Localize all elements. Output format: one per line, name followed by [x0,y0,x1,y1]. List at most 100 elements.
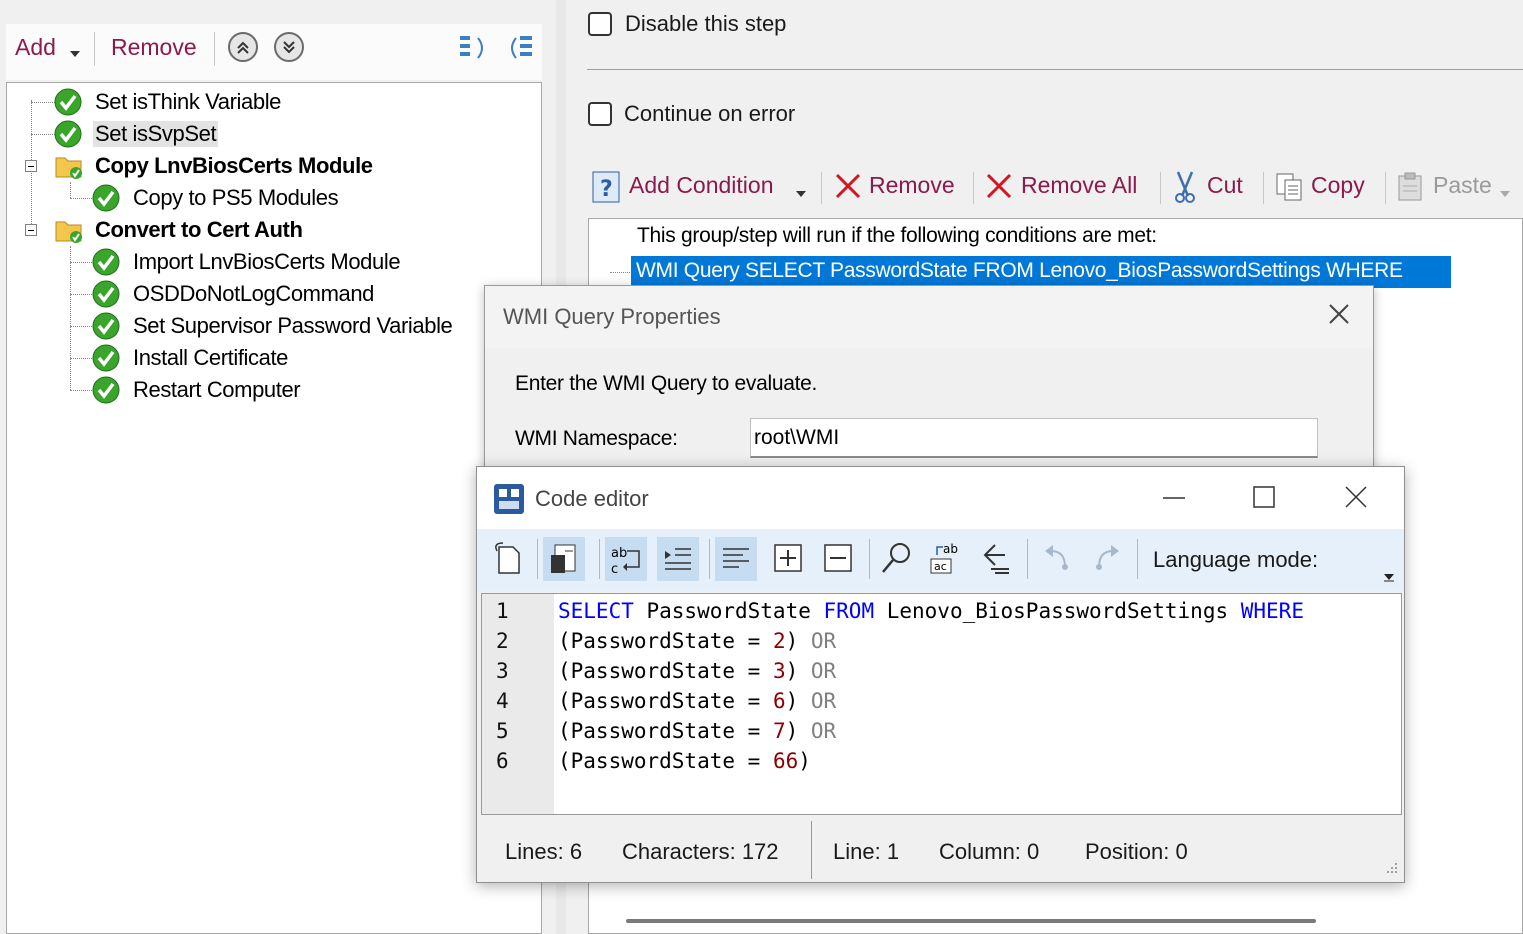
code-line-5: (PasswordState = 7) OR [558,719,836,743]
tree-guide [70,326,92,327]
remove-all-button[interactable]: Remove All [1021,172,1137,199]
new-document-button[interactable] [487,537,529,581]
toolbar-separator [599,539,600,579]
sql-expression: (PasswordState = [558,659,773,683]
left-pane: Add Remove Set isThink Variable Set isSv… [0,0,556,934]
find-button[interactable] [875,537,917,581]
minimize-icon[interactable] [1161,485,1187,516]
resize-grip-icon[interactable] [1383,861,1399,882]
paste-dropdown-icon[interactable] [1500,184,1510,202]
add-condition-button[interactable]: Add Condition [629,172,774,199]
success-check-icon [92,312,120,340]
tree-item-set-supervisor-password-variable[interactable]: Set Supervisor Password Variable [133,313,453,339]
redo-button[interactable] [1087,537,1129,581]
goto-line-button[interactable] [975,537,1017,581]
move-down-button[interactable] [274,32,304,62]
add-condition-dropdown-icon[interactable] [796,184,806,202]
tree-guide [70,294,92,295]
status-separator [811,821,812,879]
sql-operator: OR [810,689,837,713]
sql-expression: ) [785,689,811,713]
sql-operator: OR [810,629,837,653]
replace-button[interactable]: ab ac [925,537,967,581]
code-line-2: (PasswordState = 2) OR [558,629,836,653]
code-line-4: (PasswordState = 6) OR [558,689,836,713]
divider [587,69,1523,70]
condition-item-wmi-query[interactable]: WMI Query SELECT PasswordState FROM Leno… [631,256,1451,288]
success-check-icon [54,120,82,148]
undo-button[interactable] [1037,537,1079,581]
tree-item-set-issvpset[interactable]: Set isSvpSet [93,121,219,147]
collapse-toggle[interactable] [25,224,37,236]
add-button[interactable]: Add [15,34,56,61]
continue-on-error-checkbox[interactable] [588,102,612,126]
tree-item-import-lnvbioscerts-module[interactable]: Import LnvBiosCerts Module [133,249,401,275]
disable-step-checkbox[interactable] [588,12,612,36]
code-editor-area[interactable]: 1 2 3 4 5 6 SELECT PasswordState FROM Le… [481,593,1402,815]
tree-group-copy-lnvbioscerts-module[interactable]: Copy LnvBiosCerts Module [95,153,373,179]
namespace-input[interactable]: root\WMI [750,418,1318,458]
tree-item-copy-to-ps5-modules[interactable]: Copy to PS5 Modules [133,185,339,211]
properties-button[interactable] [543,537,585,581]
sql-number: 7 [772,719,786,743]
sql-number: 6 [772,689,786,713]
status-position: Position: 0 [1085,839,1188,864]
language-mode-dropdown-icon[interactable] [1383,569,1395,587]
close-icon[interactable] [1327,302,1351,331]
sql-expression: (PasswordState = [558,689,773,713]
tree-item-restart-computer[interactable]: Restart Computer [133,377,301,403]
remove-condition-button[interactable]: Remove [869,172,955,199]
group-folder-icon [55,157,82,179]
cut-button[interactable]: Cut [1207,172,1243,199]
remove-x-icon [834,172,862,205]
sql-expression: (PasswordState = [558,629,773,653]
dialog-title: WMI Query Properties [503,304,721,329]
editor-status-bar: Lines: 6 Characters: 172 Line: 1 Column:… [477,817,1404,882]
line-number: 3 [496,659,509,683]
tree-guide [70,262,92,263]
collapse-all-icon[interactable] [458,32,490,69]
line-number: 2 [496,629,509,653]
sql-number: 2 [772,629,786,653]
tree-item-set-isthink-variable[interactable]: Set isThink Variable [95,89,281,115]
expand-all-icon[interactable] [504,32,536,69]
editor-toolbar: ab c ab ac Language mode: [477,529,1404,591]
format-document-button[interactable] [715,537,757,581]
collapse-toggle[interactable] [25,160,37,172]
collapse-all-button[interactable] [817,537,859,581]
paste-button[interactable]: Paste [1433,172,1492,199]
sql-keyword: WHERE [1240,599,1304,623]
toolbar-separator [214,32,215,66]
continue-on-error-label: Continue on error [624,101,796,126]
line-number: 1 [496,599,509,623]
horizontal-scrollbar[interactable] [626,919,1316,923]
namespace-value: root\WMI [754,426,840,449]
tree-item-osddonotlogcommand[interactable]: OSDDoNotLogCommand [133,281,374,307]
close-icon[interactable] [1344,485,1368,514]
code-line-1: SELECT PasswordState FROM Lenovo_BiosPas… [558,599,1304,623]
line-number: 4 [496,689,509,713]
copy-button[interactable]: Copy [1311,172,1365,199]
add-dropdown-icon[interactable] [70,44,80,62]
sql-expression: (PasswordState = [558,749,773,773]
line-number: 5 [496,719,509,743]
editor-title: Code editor [535,486,649,511]
sql-keyword: FROM [823,599,875,623]
word-wrap-button[interactable]: ab c [605,537,647,581]
move-up-button[interactable] [228,32,258,62]
toolbar-separator [821,172,822,204]
maximize-icon[interactable] [1252,485,1276,514]
sql-expression: ) [785,659,811,683]
remove-step-button[interactable]: Remove [111,34,197,61]
status-line: Line: 1 [833,839,900,864]
tree-group-convert-to-cert-auth[interactable]: Convert to Cert Auth [95,217,303,243]
tree-item-install-certificate[interactable]: Install Certificate [133,345,288,371]
wmi-query-properties-dialog: WMI Query Properties Enter the WMI Query… [484,285,1374,485]
expand-all-button[interactable] [767,537,809,581]
svg-text:ab: ab [611,546,627,561]
indent-guides-button[interactable] [657,537,699,581]
svg-text:?: ? [600,177,613,202]
sql-operator: OR [810,719,837,743]
sql-number: 66 [772,749,799,773]
sql-expression: (PasswordState = [558,719,773,743]
